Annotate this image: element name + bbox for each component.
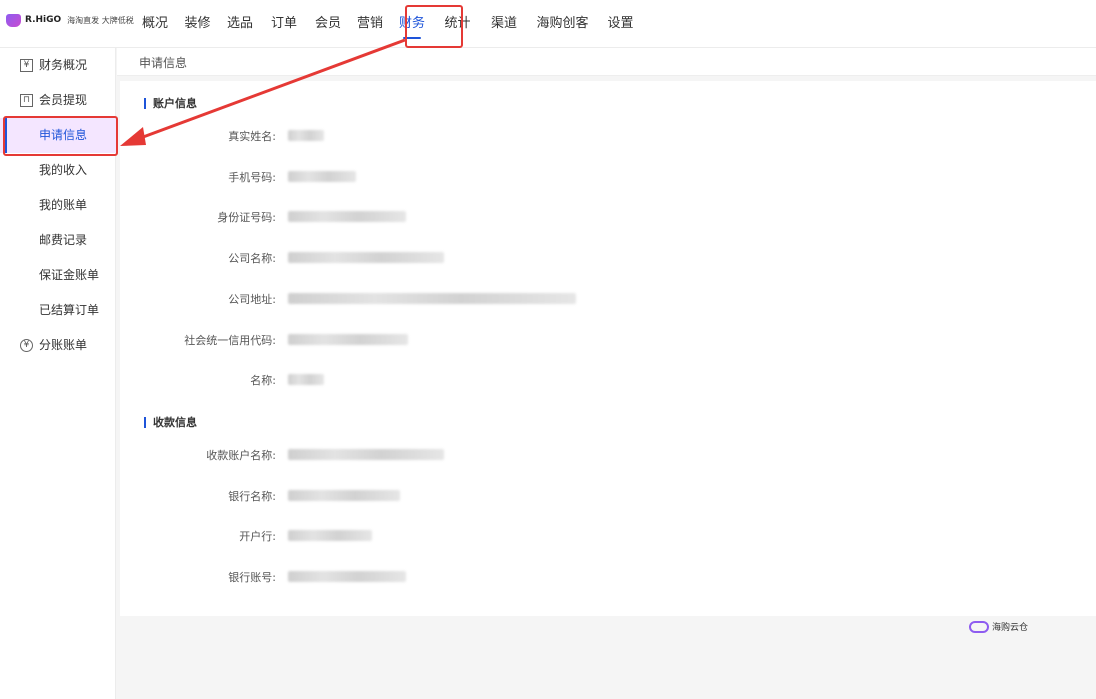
redaction-blur [288, 333, 408, 345]
brand-slogan: 海淘直发 大牌低税 [67, 16, 134, 25]
footer-logo-text: 海购云仓 [992, 623, 1029, 633]
nav-item[interactable]: 概况 [133, 0, 177, 48]
breadcrumb: 申请信息 [117, 48, 1096, 76]
field-label: 名称: [250, 374, 276, 388]
sidebar-item-label: 邮费记录 [39, 233, 88, 247]
redaction-blur [288, 252, 444, 264]
field-label: 身份证号码: [217, 211, 276, 225]
sidebar-item[interactable]: 我的收入 [0, 153, 116, 188]
nav-item[interactable]: 选品 [218, 0, 262, 48]
redaction-blur [288, 530, 372, 542]
redaction-blur [288, 211, 406, 223]
sidebar-item-label: 分账账单 [39, 338, 88, 352]
redacted-field-value [288, 571, 406, 583]
field-label: 收款账户名称: [206, 449, 276, 462]
brand-logo[interactable]: R.HiGO 海淘直发 大牌低税 [6, 14, 134, 27]
yen-box-icon: ¥ [20, 59, 33, 72]
wallet-icon: ⊓ [20, 94, 33, 107]
redacted-field-value [288, 374, 324, 386]
field-label: 银行账号: [228, 571, 276, 585]
redacted-field-value [288, 211, 406, 223]
footer-logo-icon [969, 620, 989, 633]
redaction-blur [288, 449, 444, 460]
field-label: 公司地址: [228, 292, 276, 306]
sidebar-item-label: 财务概况 [39, 58, 88, 72]
account-section-title: 账户信息 [144, 98, 197, 109]
brand-logo-text: R.HiGO [25, 15, 62, 25]
redacted-field-value [288, 333, 408, 345]
field-label: 社会统一信用代码: [184, 333, 276, 347]
field-label: 银行名称: [228, 489, 276, 503]
sidebar-item[interactable]: 已结算订单 [0, 293, 116, 328]
main-nav: 概况 装修 选品 订单 会员 营销 财务 统计 渠道 海购创客 设置 [133, 0, 643, 48]
annotation-box-apply-info [3, 116, 118, 156]
redaction-blur [288, 489, 400, 501]
sidebar-item-label: 保证金账单 [39, 268, 100, 282]
redacted-field-value [288, 449, 444, 460]
sidebar-item-label: 我的收入 [39, 163, 88, 177]
redaction-blur [288, 130, 324, 141]
redacted-field-value [288, 489, 400, 501]
redacted-field-value [288, 170, 356, 182]
nav-item[interactable]: 装修 [177, 0, 218, 48]
yen-circle-icon: ¥ [20, 339, 33, 352]
field-label: 真实姓名: [228, 130, 276, 143]
sidebar-item-label: 已结算订单 [39, 303, 100, 317]
sidebar-item[interactable]: ¥ 分账账单 [0, 328, 116, 363]
field-label: 公司名称: [228, 252, 276, 266]
redaction-blur [288, 170, 356, 182]
nav-item[interactable]: 会员 [306, 0, 350, 48]
sidebar-item[interactable]: ¥ 财务概况 [0, 48, 116, 83]
redacted-field-value [288, 292, 576, 304]
application-info-panel: 账户信息 收款信息 真实姓名: 手机号码: 身份证号码: 公司名称: 公司地址: 社会统一… [120, 81, 1096, 616]
top-bar: R.HiGO 海淘直发 大牌低税 概况 装修 选品 订单 会员 营销 财务 统计 渠道 海购创客设… [0, 0, 1096, 48]
nav-item[interactable]: 海购创客 [527, 0, 598, 48]
sidebar-item[interactable]: ⊓ 会员提现 [0, 83, 116, 118]
redacted-field-value [288, 252, 444, 264]
redaction-blur [288, 374, 324, 386]
redacted-field-value [288, 530, 372, 542]
brand-logo-icon [6, 14, 21, 27]
nav-item[interactable]: 渠道 [481, 0, 527, 48]
nav-item[interactable]: 设置 [598, 0, 643, 48]
breadcrumb-current: 申请信息 [139, 56, 188, 70]
nav-item[interactable]: 订单 [262, 0, 306, 48]
nav-item[interactable]: 营销 [350, 0, 390, 48]
sidebar-item[interactable]: 我的账单 [0, 188, 116, 223]
field-label: 手机号码: [228, 170, 276, 184]
annotation-box-finance-tab [405, 5, 463, 48]
redaction-blur [288, 571, 406, 583]
sidebar-item[interactable]: 邮费记录 [0, 223, 116, 258]
sidebar-item-label: 会员提现 [39, 93, 88, 107]
receiving-section-title: 收款信息 [144, 417, 197, 428]
footer-logo: 海购云仓 [969, 620, 1028, 633]
redacted-field-value [288, 130, 324, 141]
field-label: 开户行: [239, 530, 276, 544]
redaction-blur [288, 292, 576, 304]
sidebar-item[interactable]: 保证金账单 [0, 258, 116, 293]
sidebar-item-label: 我的账单 [39, 198, 88, 212]
